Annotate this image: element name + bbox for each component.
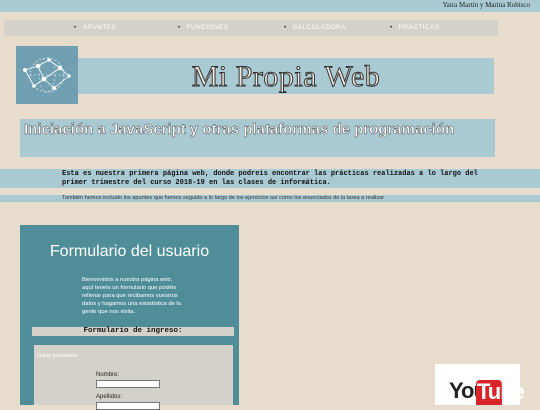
nombre-input[interactable]	[96, 380, 160, 388]
network-globe-icon	[16, 46, 78, 104]
personal-data-fieldset: Datos personales Nombre: Apellidos:	[34, 345, 233, 410]
subtitle-banner: Iniciación a JavaScript y otras platafor…	[20, 119, 495, 157]
form-title: Formulario del usuario	[49, 243, 210, 260]
apellidos-input[interactable]	[96, 402, 160, 410]
site-title: Mi Propia Web	[191, 60, 381, 94]
page-subtitle: Iniciación a JavaScript y otras platafor…	[24, 121, 455, 138]
youtube-logo[interactable]: You Tube	[435, 364, 525, 405]
title-banner: Mi Propia Web	[78, 58, 494, 94]
intro-text: Esta es nuestra primera página web, dond…	[62, 170, 478, 187]
nav-bar: APUNTES FUNCIONES CALCULADORA PRÁCTICAS	[4, 20, 498, 36]
nav-item-calculadora[interactable]: CALCULADORA	[284, 24, 346, 31]
form-subheading: Formulario de ingreso:	[32, 327, 234, 336]
nav-item-practicas[interactable]: PRÁCTICAS	[390, 24, 440, 31]
apellidos-label: Apellidos:	[96, 394, 123, 400]
youtube-logo-tube: Tube	[476, 379, 525, 405]
nombre-label: Nombre:	[96, 372, 120, 378]
form-welcome-text: Bienvenidos a nuestra página web, aquí t…	[82, 277, 181, 315]
authors-text: Yaira Martín y Marina Robisco	[442, 1, 530, 9]
nav-item-apuntes[interactable]: APUNTES	[74, 24, 116, 31]
note-text: También hemos incluido los apuntes que h…	[62, 195, 385, 201]
fieldset-legend: Datos personales	[37, 353, 78, 359]
nav-item-funciones[interactable]: FUNCIONES	[178, 24, 229, 31]
user-form-panel: Formulario del usuario Bienvenidos a nue…	[20, 225, 239, 410]
